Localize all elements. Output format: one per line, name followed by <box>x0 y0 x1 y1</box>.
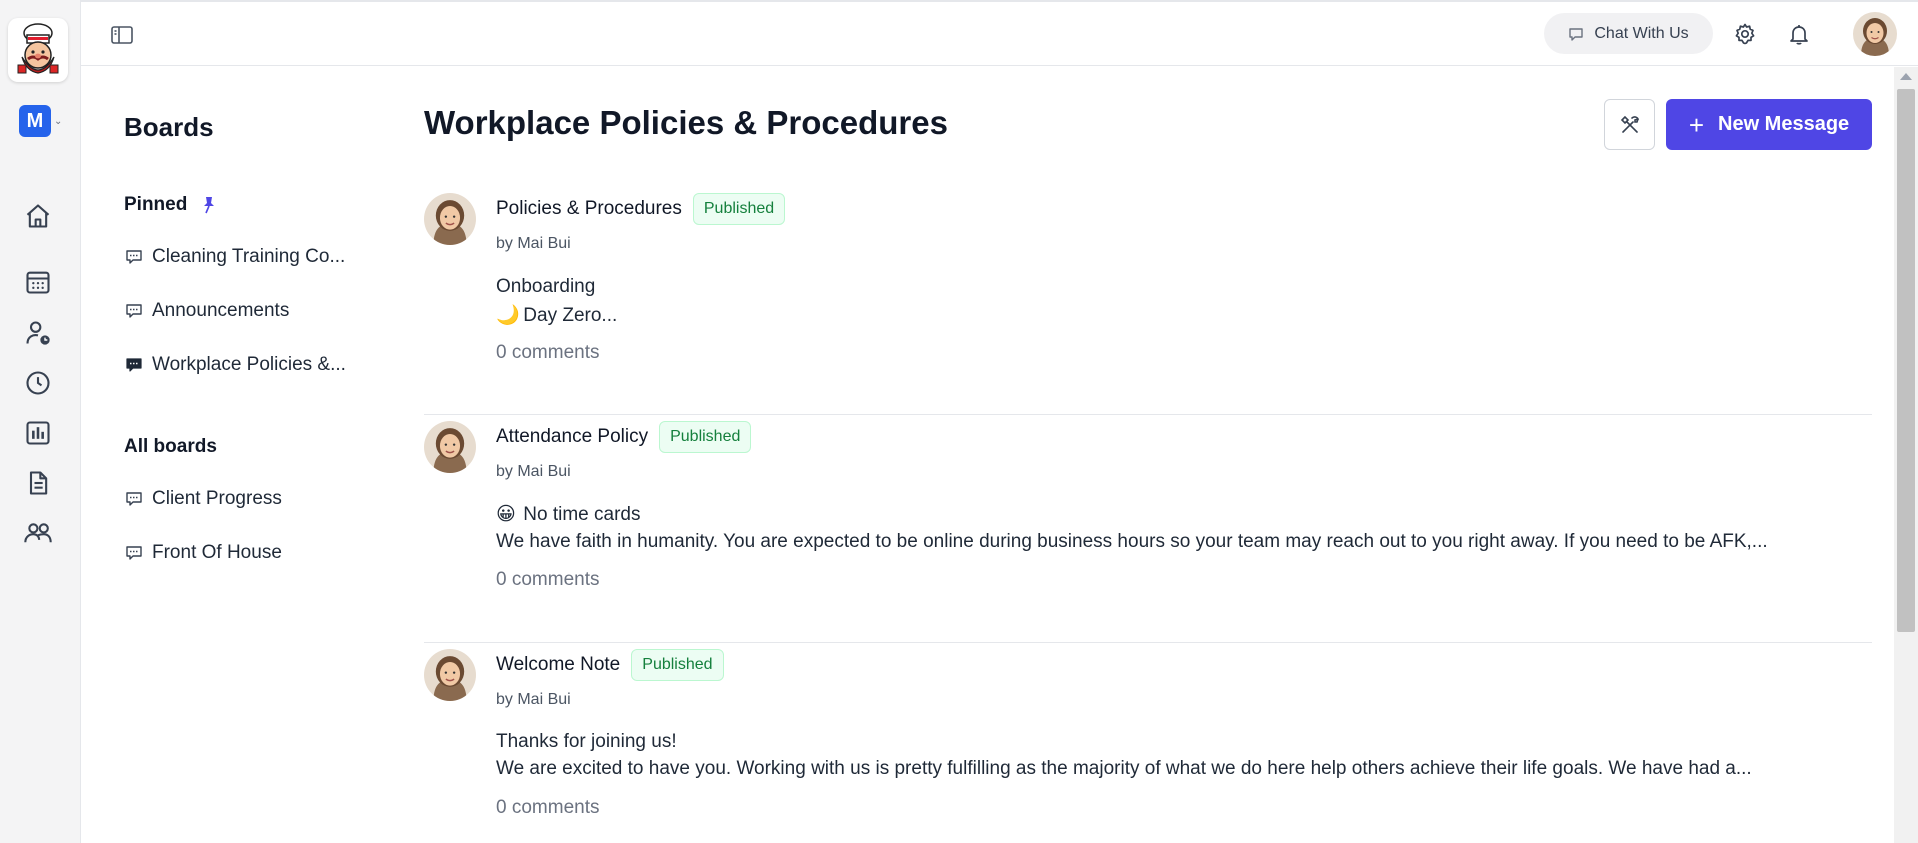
board-item-cleaning-training[interactable]: Cleaning Training Co... <box>124 246 345 268</box>
grinning-emoji: 😀 <box>496 504 516 525</box>
vertical-scrollbar[interactable] <box>1894 67 1918 843</box>
board-item-label: Workplace Policies &... <box>152 354 346 375</box>
board-item-label: Front Of House <box>152 542 282 563</box>
post-item[interactable]: Welcome Note Published by Mai Bui Thanks… <box>424 643 1872 843</box>
board-item-label: Client Progress <box>152 488 282 509</box>
author-avatar <box>424 649 476 701</box>
chat-bubble-icon <box>1569 27 1584 41</box>
post-item[interactable]: Policies & Procedures Published by Mai B… <box>424 187 1872 415</box>
team-icon[interactable] <box>22 517 54 549</box>
workspace-badge: M <box>19 105 51 137</box>
pinned-section-header: Pinned <box>124 194 217 216</box>
status-badge: Published <box>692 193 786 225</box>
board-item-label: Cleaning Training Co... <box>152 246 346 267</box>
post-author: by Mai Bui <box>496 463 571 480</box>
moon-emoji: 🌙 <box>496 305 520 326</box>
author-avatar <box>424 421 476 473</box>
new-message-label: New Message <box>1718 113 1850 135</box>
post-preview-line: We are excited to have you. Working with… <box>496 758 1752 779</box>
post-title-row[interactable]: Attendance Policy Published <box>496 421 752 453</box>
post-author: by Mai Bui <box>496 691 571 708</box>
status-badge: Published <box>659 421 752 453</box>
author-avatar <box>424 193 476 245</box>
board-tools-button[interactable] <box>1604 99 1655 150</box>
post-item[interactable]: Attendance Policy Published by Mai Bui 😀… <box>424 415 1872 643</box>
notification-bell-icon[interactable] <box>1785 20 1813 48</box>
chat-bubble-icon <box>124 302 143 321</box>
board-item-workplace-policies[interactable]: Workplace Policies &... <box>124 354 346 376</box>
chevron-down-icon: ⌄ <box>54 115 63 127</box>
scrollbar-thumb[interactable] <box>1897 89 1915 632</box>
page-title: Workplace Policies & Procedures <box>424 104 948 141</box>
chat-with-us-button[interactable]: Chat With Us <box>1544 13 1713 54</box>
board-item-front-of-house[interactable]: Front Of House <box>124 542 282 564</box>
pin-icon <box>204 197 215 214</box>
post-preview-line: Thanks for joining us! <box>496 731 677 752</box>
boards-title: Boards <box>124 112 214 142</box>
comments-link[interactable]: 0 comments <box>496 342 599 364</box>
chat-bubble-icon <box>124 248 143 267</box>
chat-bubble-filled-icon <box>124 356 143 375</box>
post-title-row[interactable]: Policies & Procedures Published <box>496 193 786 225</box>
post-title: Welcome Note <box>496 654 621 675</box>
post-title: Attendance Policy <box>496 426 649 447</box>
document-icon[interactable] <box>22 467 54 499</box>
workspace-switcher[interactable]: M ⌄ <box>19 105 62 137</box>
post-preview-line: We have faith in humanity. You are expec… <box>496 531 1768 552</box>
post-preview-text: No time cards <box>523 504 641 525</box>
clock-icon[interactable] <box>22 367 54 399</box>
board-item-label: Announcements <box>152 300 290 321</box>
comments-link[interactable]: 0 comments <box>496 797 599 819</box>
calendar-icon[interactable] <box>22 266 54 298</box>
all-boards-label: All boards <box>124 436 217 457</box>
plus-icon: + <box>1688 109 1704 140</box>
chat-bubble-icon <box>124 490 143 509</box>
new-message-button[interactable]: + New Message <box>1666 99 1872 150</box>
app-logo[interactable] <box>8 18 68 82</box>
home-icon[interactable] <box>22 200 54 232</box>
comments-link[interactable]: 0 comments <box>496 569 599 591</box>
post-preview-line: Onboarding <box>496 276 596 297</box>
settings-gear-icon[interactable] <box>1731 20 1759 48</box>
tools-icon <box>1620 115 1639 133</box>
chef-logo-icon <box>17 23 59 74</box>
post-title-row[interactable]: Welcome Note Published <box>496 649 724 681</box>
chat-with-us-label: Chat With Us <box>1594 24 1689 42</box>
icon-rail: M ⌄ <box>0 0 81 843</box>
post-preview-text: Day Zero... <box>523 305 618 326</box>
all-boards-section-header: All boards <box>124 436 217 458</box>
post-preview-line: 😀 No time cards <box>496 503 1872 526</box>
pinned-label: Pinned <box>124 194 188 215</box>
board-item-announcements[interactable]: Announcements <box>124 300 289 322</box>
scroll-up-arrow-icon[interactable] <box>1900 73 1912 80</box>
post-title: Policies & Procedures <box>496 198 682 219</box>
top-bar: Chat With Us <box>81 2 1918 66</box>
post-author: by Mai Bui <box>496 235 571 252</box>
user-clock-icon[interactable] <box>22 317 54 349</box>
post-preview-line: 🌙 Day Zero... <box>496 303 1872 327</box>
bar-chart-icon[interactable] <box>22 417 54 449</box>
board-item-client-progress[interactable]: Client Progress <box>124 488 282 510</box>
chat-bubble-icon <box>124 544 143 563</box>
status-badge: Published <box>631 649 724 681</box>
sidebar-toggle-icon[interactable] <box>109 22 135 48</box>
user-avatar[interactable] <box>1853 12 1897 56</box>
